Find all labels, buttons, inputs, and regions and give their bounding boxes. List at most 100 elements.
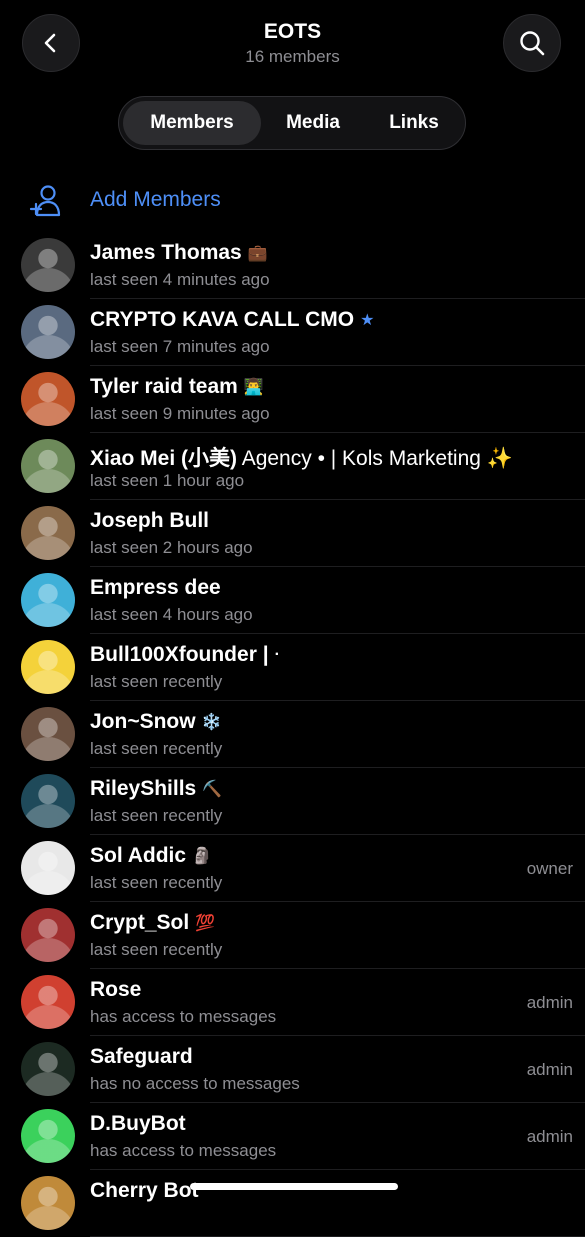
member-row[interactable]: D.BuyBot has access to messages admin: [0, 1103, 585, 1170]
member-name: RileyShills ⛏️: [90, 777, 222, 801]
avatar: [21, 841, 75, 895]
avatar: [21, 1176, 75, 1230]
member-list: James Thomas 💼 last seen 4 minutes ago CRYP…: [0, 232, 585, 1237]
member-name-text: Xiao Mei (小美): [90, 447, 238, 470]
avatar: [21, 707, 75, 761]
member-status: has access to messages: [90, 1007, 277, 1026]
member-name: Xiao Mei (小美) Agency • | Kols Marketing …: [90, 442, 513, 472]
member-status: has access to messages: [90, 1141, 277, 1160]
avatar: [21, 506, 75, 560]
member-row[interactable]: CRYPTO KAVA CALL CMO ★ last seen 7 minutes…: [0, 299, 585, 366]
member-name: Jon~Snow ❄️: [90, 710, 222, 734]
member-row[interactable]: Jon~Snow ❄️ last seen recently: [0, 701, 585, 768]
member-status: last seen 7 minutes ago: [90, 337, 270, 356]
member-status: last seen recently: [90, 873, 223, 892]
tab-links[interactable]: Links: [369, 101, 459, 145]
member-name-text: Empress dee: [90, 576, 221, 599]
member-row[interactable]: Bull100Xfounder | · last seen recently: [0, 634, 585, 701]
avatar: [21, 1109, 75, 1163]
member-name-text: Jon~Snow: [90, 710, 196, 733]
member-name: Joseph Bull: [90, 509, 209, 533]
member-row[interactable]: Rose has access to messages admin: [0, 969, 585, 1036]
add-members-button[interactable]: Add Members: [0, 170, 585, 232]
member-name-text: Bull100Xfounder |: [90, 643, 269, 666]
member-row[interactable]: Xiao Mei (小美) Agency • | Kols Marketing …: [0, 433, 585, 500]
member-name-text: James Thomas: [90, 241, 242, 264]
search-button[interactable]: [503, 14, 561, 72]
member-status: last seen 2 hours ago: [90, 538, 253, 557]
member-status: last seen 1 hour ago: [90, 471, 245, 490]
member-badge-icon: ⛏️: [202, 781, 223, 799]
member-role: admin: [526, 993, 573, 1012]
member-name: Crypt_Sol 💯: [90, 911, 215, 935]
add-user-icon: [28, 184, 64, 220]
member-role: admin: [526, 1060, 573, 1079]
member-status: last seen recently: [90, 672, 223, 691]
avatar: [21, 573, 75, 627]
member-row[interactable]: RileyShills ⛏️ last seen recently: [0, 768, 585, 835]
member-badge-icon: ·: [274, 646, 280, 664]
home-indicator: [190, 1183, 398, 1190]
member-name: Sol Addic 🗿: [90, 844, 212, 868]
avatar: [21, 908, 75, 962]
member-name-text: Rose: [90, 978, 142, 1001]
member-row[interactable]: Cherry Bot: [0, 1170, 585, 1237]
avatar: [21, 1042, 75, 1096]
member-badge-icon: ❄️: [201, 714, 222, 732]
member-row[interactable]: James Thomas 💼 last seen 4 minutes ago: [0, 232, 585, 299]
member-name: CRYPTO KAVA CALL CMO ★: [90, 308, 374, 332]
segmented-tabs: Members Media Links: [118, 96, 466, 150]
member-name: D.BuyBot: [90, 1112, 186, 1136]
avatar: [21, 975, 75, 1029]
add-members-label: Add Members: [90, 188, 221, 211]
member-status: has no access to messages: [90, 1074, 300, 1093]
avatar: [21, 640, 75, 694]
member-row[interactable]: Empress dee last seen 4 hours ago: [0, 567, 585, 634]
member-row[interactable]: Joseph Bull last seen 2 hours ago: [0, 500, 585, 567]
member-name-extra: Agency • | Kols Marketing ✨: [237, 447, 513, 470]
member-name-text: Cherry Bot: [90, 1179, 199, 1202]
header: EOTS 16 members: [0, 0, 585, 90]
member-row[interactable]: Sol Addic 🗿 last seen recently owner: [0, 835, 585, 902]
member-status: last seen recently: [90, 806, 223, 825]
member-name-text: Safeguard: [90, 1045, 193, 1068]
member-row[interactable]: Crypt_Sol 💯 last seen recently: [0, 902, 585, 969]
member-badge-icon: ★: [360, 312, 375, 330]
avatar: [21, 305, 75, 359]
avatar: [21, 439, 75, 493]
member-name-text: CRYPTO KAVA CALL CMO: [90, 308, 355, 331]
member-name: Bull100Xfounder | ·: [90, 643, 280, 667]
magnifier-icon: [518, 29, 546, 57]
member-status: last seen 4 minutes ago: [90, 270, 270, 289]
member-role: admin: [526, 1127, 573, 1146]
tab-members[interactable]: Members: [123, 101, 261, 145]
avatar: [21, 238, 75, 292]
member-status: last seen recently: [90, 739, 223, 758]
member-role: owner: [526, 859, 573, 878]
avatar: [21, 372, 75, 426]
member-row[interactable]: Tyler raid team 👨‍💻 last seen 9 minutes ag…: [0, 366, 585, 433]
member-status: last seen 4 hours ago: [90, 605, 253, 624]
member-name-text: D.BuyBot: [90, 1112, 186, 1135]
member-name: Cherry Bot: [90, 1179, 199, 1203]
member-row[interactable]: Safeguard has no access to messages admin: [0, 1036, 585, 1103]
member-name: James Thomas 💼: [90, 241, 268, 265]
member-name: Empress dee: [90, 576, 221, 600]
page-title: EOTS: [263, 20, 322, 43]
member-badge-icon: 👨‍💻: [243, 379, 264, 397]
member-name-text: Crypt_Sol: [90, 911, 190, 934]
member-status: last seen recently: [90, 940, 223, 959]
member-badge-icon: 💼: [247, 245, 268, 263]
member-badge-icon: 💯: [195, 915, 216, 933]
member-name: Tyler raid team 👨‍💻: [90, 375, 264, 399]
member-count: 16 members: [245, 47, 340, 66]
member-name: Rose: [90, 978, 141, 1002]
tab-media[interactable]: Media: [267, 101, 359, 145]
avatar: [21, 774, 75, 828]
member-status: last seen 9 minutes ago: [90, 404, 270, 423]
member-name-text: Sol Addic: [90, 844, 187, 867]
member-name: Safeguard: [90, 1045, 193, 1069]
member-name-text: Joseph Bull: [90, 509, 210, 532]
member-badge-icon: 🗿: [192, 848, 212, 866]
member-name-text: Tyler raid team: [90, 375, 238, 398]
